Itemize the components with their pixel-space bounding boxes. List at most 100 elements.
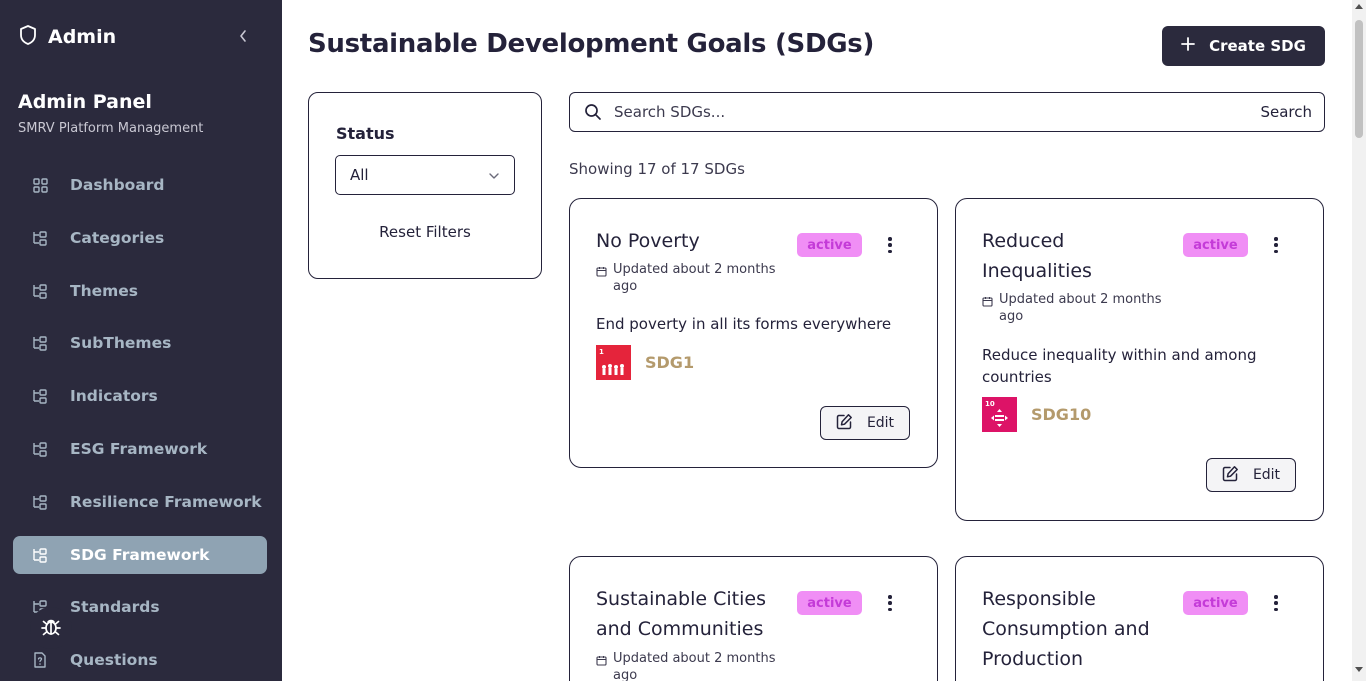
sdg1-logo-icon: 1 [596,345,631,380]
status-filter-label: Status [336,124,395,143]
sidebar-item-label: ESG Framework [70,439,208,458]
sidebar-item-themes[interactable]: Themes [13,272,267,310]
reset-filters-button[interactable]: Reset Filters [309,223,541,241]
app-root: Admin Admin Panel SMRV Platform Manageme… [0,0,1366,681]
search-button[interactable]: Search [1260,103,1312,121]
chevron-left-icon [238,28,248,47]
sidebar-nav: Dashboard Categories Themes SubThemes In… [13,166,267,681]
create-sdg-button[interactable]: Create SDG [1162,26,1325,66]
sdg-description: End poverty in all its forms everywhere [596,315,892,333]
sidebar-item-label: Dashboard [70,176,165,194]
sdg-card-title: Sustainable Cities and Communities [596,588,766,640]
updated-info: Updated about 2 months ago [982,291,1182,325]
sidebar-item-label: Standards [70,598,160,617]
sdg10-logo-icon: 10 [982,397,1017,432]
sdg-card: No Poverty active Updated about 2 months… [569,198,938,468]
page-scrollbar[interactable] [1352,0,1366,681]
scroll-up-icon[interactable] [1355,4,1363,9]
filter-panel: Status All Reset Filters [308,92,542,279]
sdg-code-row: 10 SDG10 [982,397,1091,432]
hierarchy-icon [32,441,48,457]
sidebar-item-sdg-framework[interactable]: SDG Framework [13,535,267,574]
sidebar-item-label: Indicators [70,387,158,406]
grid-icon [32,177,48,193]
sidebar-item-subthemes[interactable]: SubThemes [13,324,267,362]
sidebar-item-label: Themes [70,281,139,300]
sidebar-item-label: Questions [70,651,158,670]
sdg-code: SDG1 [645,353,695,372]
edit-label: Edit [866,415,895,431]
chevron-down-icon [488,168,500,186]
sidebar-item-esg-framework[interactable]: ESG Framework [13,430,267,468]
shield-icon [18,24,38,50]
updated-info: Updated about 2 months ago [596,650,796,681]
hierarchy-icon [32,388,48,404]
sidebar: Admin Admin Panel SMRV Platform Manageme… [0,0,282,681]
edit-label: Edit [1252,467,1281,483]
status-badge: active [1183,233,1248,257]
sidebar-collapse-button[interactable] [233,26,253,48]
more-options-icon[interactable] [883,593,897,613]
panel-title: Admin Panel [18,91,152,113]
results-count: Showing 17 of 17 SDGs [569,160,745,178]
updated-text: Updated about 2 months ago [999,292,1162,324]
bug-icon [40,615,62,641]
sdg-card-title: Responsible Consumption and Production [982,588,1150,670]
sidebar-item-dashboard[interactable]: Dashboard [13,166,267,204]
svg-text:1: 1 [599,348,604,356]
create-sdg-label: Create SDG [1209,37,1306,55]
status-badge: active [797,591,862,615]
sidebar-item-label: Resilience Framework [70,492,262,511]
scrollbar-thumb[interactable] [1355,20,1363,138]
sidebar-item-label: SubThemes [70,334,172,353]
edit-icon [836,413,853,434]
sdg-code-row: 1 SDG1 [596,345,694,380]
hierarchy-icon [32,283,48,299]
more-options-icon[interactable] [1269,235,1283,255]
question-file-icon [32,652,48,668]
scroll-down-icon[interactable] [1355,667,1363,672]
sdg-card: Responsible Consumption and Production a… [955,556,1324,681]
edit-button[interactable]: Edit [820,406,910,440]
sidebar-item-label: SDG Framework [70,545,210,564]
sidebar-item-indicators[interactable]: Indicators [13,377,267,415]
updated-text: Updated about 2 months ago [613,262,776,294]
status-badge: active [1183,591,1248,615]
panel-subtitle: SMRV Platform Management [18,121,204,136]
hierarchy-icon [32,230,48,246]
sidebar-brand: Admin [18,24,116,50]
hierarchy-icon [32,494,48,510]
calendar-icon [596,654,607,666]
more-options-icon[interactable] [883,235,897,255]
status-select-value: All [350,166,369,184]
hierarchy-icon [32,335,48,352]
edit-button[interactable]: Edit [1206,458,1296,492]
page-title: Sustainable Development Goals (SDGs) [308,29,875,59]
hierarchy-icon [32,547,48,563]
sdg-card: Sustainable Cities and Communities activ… [569,556,938,681]
sidebar-brand-title: Admin [48,26,117,48]
edit-icon [1222,465,1239,486]
calendar-icon [596,265,607,277]
search-icon [584,103,602,121]
sidebar-item-label: Categories [70,228,165,247]
status-select[interactable]: All [335,155,515,195]
sidebar-item-resilience-framework[interactable]: Resilience Framework [13,483,267,521]
more-options-icon[interactable] [1269,593,1283,613]
main-content: Sustainable Development Goals (SDGs) Cre… [282,0,1352,681]
status-badge: active [797,233,862,257]
sdg-code: SDG10 [1031,405,1092,424]
sdg-description: Reduce inequality within and among count… [982,346,1257,386]
plus-icon [1181,37,1195,55]
sdg-card-title: Reduced Inequalities [982,230,1092,282]
sidebar-item-categories[interactable]: Categories [13,219,267,257]
calendar-icon [982,295,993,307]
updated-info: Updated about 2 months ago [596,261,796,295]
debug-button[interactable] [30,607,72,649]
sdg-card: Reduced Inequalities active Updated abou… [955,198,1324,521]
sdg-card-title: No Poverty [596,230,700,252]
svg-text:10: 10 [985,400,995,408]
search-bar: Search [569,92,1325,132]
search-input[interactable] [614,103,1261,121]
updated-text: Updated about 2 months ago [613,651,776,681]
